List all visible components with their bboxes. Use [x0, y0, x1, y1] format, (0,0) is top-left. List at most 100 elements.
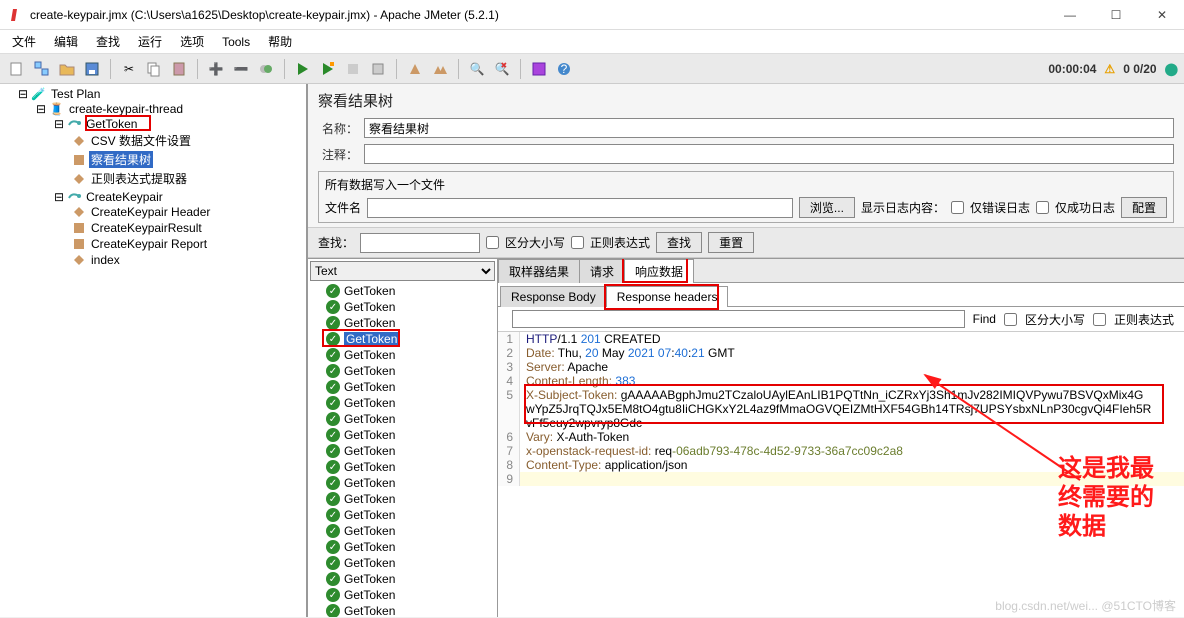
shutdown-button[interactable] — [367, 58, 389, 80]
only-error-check[interactable] — [951, 201, 964, 214]
start-notimers-button[interactable] — [317, 58, 339, 80]
menu-edit[interactable]: 编辑 — [46, 31, 86, 52]
templates-button[interactable] — [31, 58, 53, 80]
expand-button[interactable]: ➕ — [205, 58, 227, 80]
save-button[interactable] — [81, 58, 103, 80]
result-item[interactable]: ✓GetToken — [308, 395, 497, 411]
toggle-button[interactable] — [255, 58, 277, 80]
result-item[interactable]: ✓GetToken — [308, 443, 497, 459]
note-input[interactable] — [364, 144, 1174, 164]
paste-button[interactable] — [168, 58, 190, 80]
tree-ck-result[interactable]: CreateKeypairResult — [89, 221, 204, 235]
function-button[interactable] — [528, 58, 550, 80]
open-button[interactable] — [56, 58, 78, 80]
test-plan-tree[interactable]: ⊟🧪Test Plan ⊟🧵create-keypair-thread ⊟Get… — [0, 84, 307, 617]
watermark: blog.csdn.net/wei... @51CTO博客 — [995, 597, 1176, 614]
success-icon: ✓ — [326, 604, 340, 617]
find-case-check[interactable] — [1004, 313, 1017, 326]
menu-tools[interactable]: Tools — [214, 33, 258, 51]
menu-find[interactable]: 查找 — [88, 31, 128, 52]
result-item[interactable]: ✓GetToken — [308, 475, 497, 491]
app-icon — [8, 7, 24, 23]
tab-response[interactable]: 响应数据 — [624, 259, 694, 283]
find-input[interactable] — [512, 310, 965, 328]
menu-options[interactable]: 选项 — [172, 31, 212, 52]
find-regex-check[interactable] — [1093, 313, 1106, 326]
tree-gettoken[interactable]: GetToken — [84, 117, 139, 131]
result-item[interactable]: ✓GetToken — [308, 523, 497, 539]
menu-file[interactable]: 文件 — [4, 31, 44, 52]
title-bar: create-keypair.jmx (C:\Users\a1625\Deskt… — [0, 0, 1184, 30]
cut-button[interactable]: ✂ — [118, 58, 140, 80]
search-button[interactable]: 查找 — [656, 232, 702, 253]
success-icon: ✓ — [326, 508, 340, 522]
thread-icon: ⬤ — [1165, 62, 1178, 76]
result-item[interactable]: ✓GetToken — [308, 587, 497, 603]
result-item[interactable]: ✓GetToken — [308, 331, 497, 347]
find-regex-label: 正则表达式 — [1114, 311, 1174, 328]
elapsed-time: 00:00:04 — [1048, 62, 1096, 76]
result-item[interactable]: ✓GetToken — [308, 555, 497, 571]
tab-headers[interactable]: Response headers — [606, 286, 729, 307]
result-item[interactable]: ✓GetToken — [308, 427, 497, 443]
success-icon: ✓ — [326, 412, 340, 426]
success-icon: ✓ — [326, 300, 340, 314]
tab-request[interactable]: 请求 — [579, 259, 625, 283]
clear-button[interactable] — [404, 58, 426, 80]
close-button[interactable]: ✕ — [1148, 8, 1176, 22]
only-ok-check[interactable] — [1036, 201, 1049, 214]
tab-sampler[interactable]: 取样器结果 — [498, 259, 580, 283]
browse-button[interactable]: 浏览... — [799, 197, 855, 218]
result-item[interactable]: ✓GetToken — [308, 379, 497, 395]
success-icon: ✓ — [326, 380, 340, 394]
stop-button[interactable] — [342, 58, 364, 80]
file-input[interactable] — [367, 198, 793, 218]
success-icon: ✓ — [326, 316, 340, 330]
result-item[interactable]: ✓GetToken — [308, 347, 497, 363]
regex-check[interactable] — [571, 236, 584, 249]
result-item[interactable]: ✓GetToken — [308, 363, 497, 379]
result-item[interactable]: ✓GetToken — [308, 571, 497, 587]
case-check[interactable] — [486, 236, 499, 249]
start-button[interactable] — [292, 58, 314, 80]
tree-test-plan[interactable]: Test Plan — [49, 87, 102, 101]
minimize-button[interactable]: — — [1056, 8, 1084, 22]
results-list[interactable]: ✓GetToken✓GetToken✓GetToken✓GetToken✓Get… — [308, 283, 497, 617]
config-button[interactable]: 配置 — [1121, 197, 1167, 218]
tree-view-results[interactable]: 察看结果树 — [89, 151, 153, 168]
help-button[interactable]: ? — [553, 58, 575, 80]
tree-ck-header[interactable]: CreateKeypair Header — [89, 205, 212, 219]
result-item[interactable]: ✓GetToken — [308, 299, 497, 315]
result-item[interactable]: ✓GetToken — [308, 283, 497, 299]
result-item[interactable]: ✓GetToken — [308, 491, 497, 507]
new-button[interactable] — [6, 58, 28, 80]
tree-index[interactable]: index — [89, 253, 122, 267]
menu-help[interactable]: 帮助 — [260, 31, 300, 52]
result-item[interactable]: ✓GetToken — [308, 507, 497, 523]
clear-all-button[interactable] — [429, 58, 451, 80]
collapse-button[interactable]: ➖ — [230, 58, 252, 80]
tree-thread[interactable]: create-keypair-thread — [67, 102, 185, 116]
tree-regex[interactable]: 正则表达式提取器 — [89, 170, 189, 187]
success-icon: ✓ — [326, 492, 340, 506]
search-input[interactable] — [360, 233, 480, 253]
maximize-button[interactable]: ☐ — [1102, 8, 1130, 22]
renderer-select[interactable]: Text — [310, 261, 495, 281]
search-button[interactable]: 🔍 — [466, 58, 488, 80]
name-input[interactable] — [364, 118, 1174, 138]
menu-run[interactable]: 运行 — [130, 31, 170, 52]
result-item[interactable]: ✓GetToken — [308, 539, 497, 555]
tree-csv[interactable]: CSV 数据文件设置 — [89, 132, 193, 149]
success-icon: ✓ — [326, 444, 340, 458]
result-item[interactable]: ✓GetToken — [308, 411, 497, 427]
tree-ck-report[interactable]: CreateKeypair Report — [89, 237, 209, 251]
tab-body[interactable]: Response Body — [500, 286, 607, 307]
reset-button[interactable]: 重置 — [708, 232, 754, 253]
success-icon: ✓ — [326, 476, 340, 490]
result-item[interactable]: ✓GetToken — [308, 315, 497, 331]
result-item[interactable]: ✓GetToken — [308, 459, 497, 475]
tree-createkeypair[interactable]: CreateKeypair — [84, 190, 165, 204]
result-item[interactable]: ✓GetToken — [308, 603, 497, 617]
clear-search-button[interactable]: 🔍✖ — [491, 58, 513, 80]
copy-button[interactable] — [143, 58, 165, 80]
